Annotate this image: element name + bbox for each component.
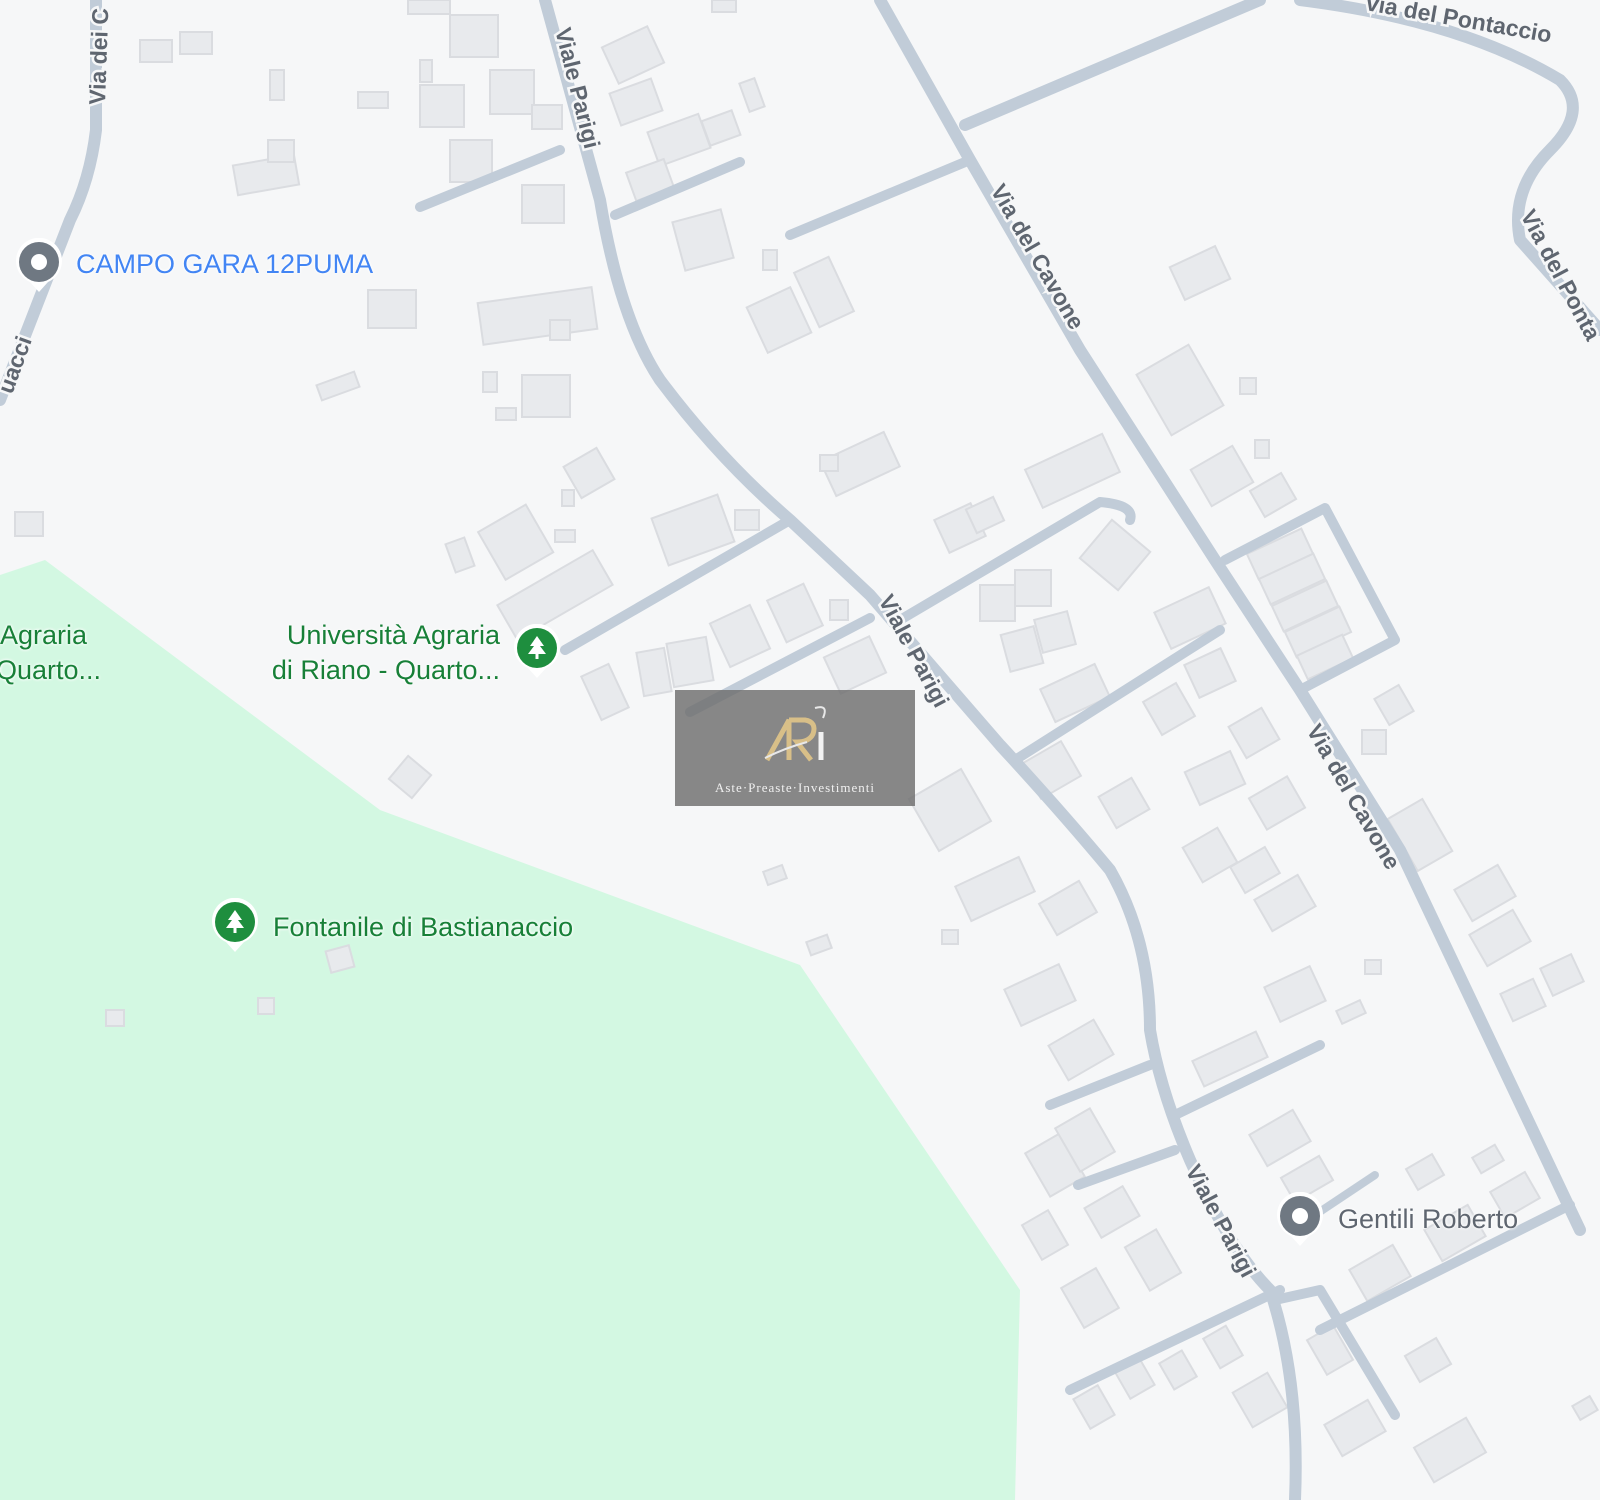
building bbox=[367, 289, 417, 329]
map-canvas[interactable]: Viale Parigi Viale Parigi Viale Parigi V… bbox=[0, 0, 1600, 1500]
park-tree-icon[interactable] bbox=[513, 624, 561, 680]
building bbox=[482, 371, 498, 393]
building bbox=[257, 997, 275, 1015]
poi-label-agraria-line2: Quarto... bbox=[0, 655, 102, 685]
building bbox=[941, 929, 959, 945]
building bbox=[531, 104, 563, 130]
building bbox=[1239, 377, 1257, 395]
building bbox=[561, 489, 575, 507]
building bbox=[489, 69, 535, 115]
building bbox=[1364, 959, 1382, 975]
building bbox=[407, 0, 451, 15]
building bbox=[419, 59, 433, 83]
building bbox=[105, 1009, 125, 1027]
building bbox=[267, 139, 295, 163]
poi-label-universita[interactable]: Università Agraria di Riano - Quarto... bbox=[265, 618, 500, 688]
building bbox=[979, 584, 1016, 622]
building bbox=[357, 91, 389, 109]
poi-label-agraria-partial[interactable]: Agraria Quarto... bbox=[0, 618, 101, 688]
place-pin-icon[interactable] bbox=[15, 238, 63, 294]
building bbox=[554, 529, 576, 543]
building bbox=[139, 39, 173, 63]
building bbox=[819, 454, 839, 472]
building bbox=[549, 319, 571, 341]
poi-label-agraria-line1: Agraria bbox=[0, 620, 88, 650]
building bbox=[1361, 729, 1387, 755]
poi-label-campo-gara[interactable]: CAMPO GARA 12PUMA bbox=[76, 247, 373, 282]
building bbox=[521, 184, 565, 224]
road-label-via-dei-c: Via dei C bbox=[84, 8, 113, 106]
building bbox=[14, 511, 44, 537]
building bbox=[762, 249, 778, 271]
building bbox=[521, 374, 571, 418]
building bbox=[179, 31, 213, 55]
place-pin-icon[interactable] bbox=[1276, 1192, 1324, 1248]
building bbox=[1254, 439, 1270, 459]
building bbox=[449, 14, 499, 58]
watermark: Aste·Preaste·Investimenti bbox=[675, 690, 915, 806]
building bbox=[665, 635, 715, 689]
poi-label-gentili[interactable]: Gentili Roberto bbox=[1338, 1202, 1518, 1237]
building bbox=[1014, 569, 1052, 607]
poi-label-universita-line2: di Riano - Quarto... bbox=[271, 655, 500, 685]
watermark-text: Aste·Preaste·Investimenti bbox=[714, 780, 875, 795]
park-tree-icon[interactable] bbox=[211, 898, 259, 954]
building bbox=[269, 69, 285, 101]
building bbox=[711, 0, 737, 13]
building bbox=[324, 944, 356, 974]
building bbox=[495, 407, 517, 421]
building bbox=[1032, 609, 1078, 655]
poi-label-fontanile[interactable]: Fontanile di Bastianaccio bbox=[273, 910, 573, 945]
watermark-logo-icon bbox=[764, 706, 826, 762]
poi-label-universita-line1: Università Agraria bbox=[286, 620, 500, 650]
building bbox=[734, 509, 760, 531]
building bbox=[829, 599, 849, 621]
building bbox=[419, 84, 465, 128]
